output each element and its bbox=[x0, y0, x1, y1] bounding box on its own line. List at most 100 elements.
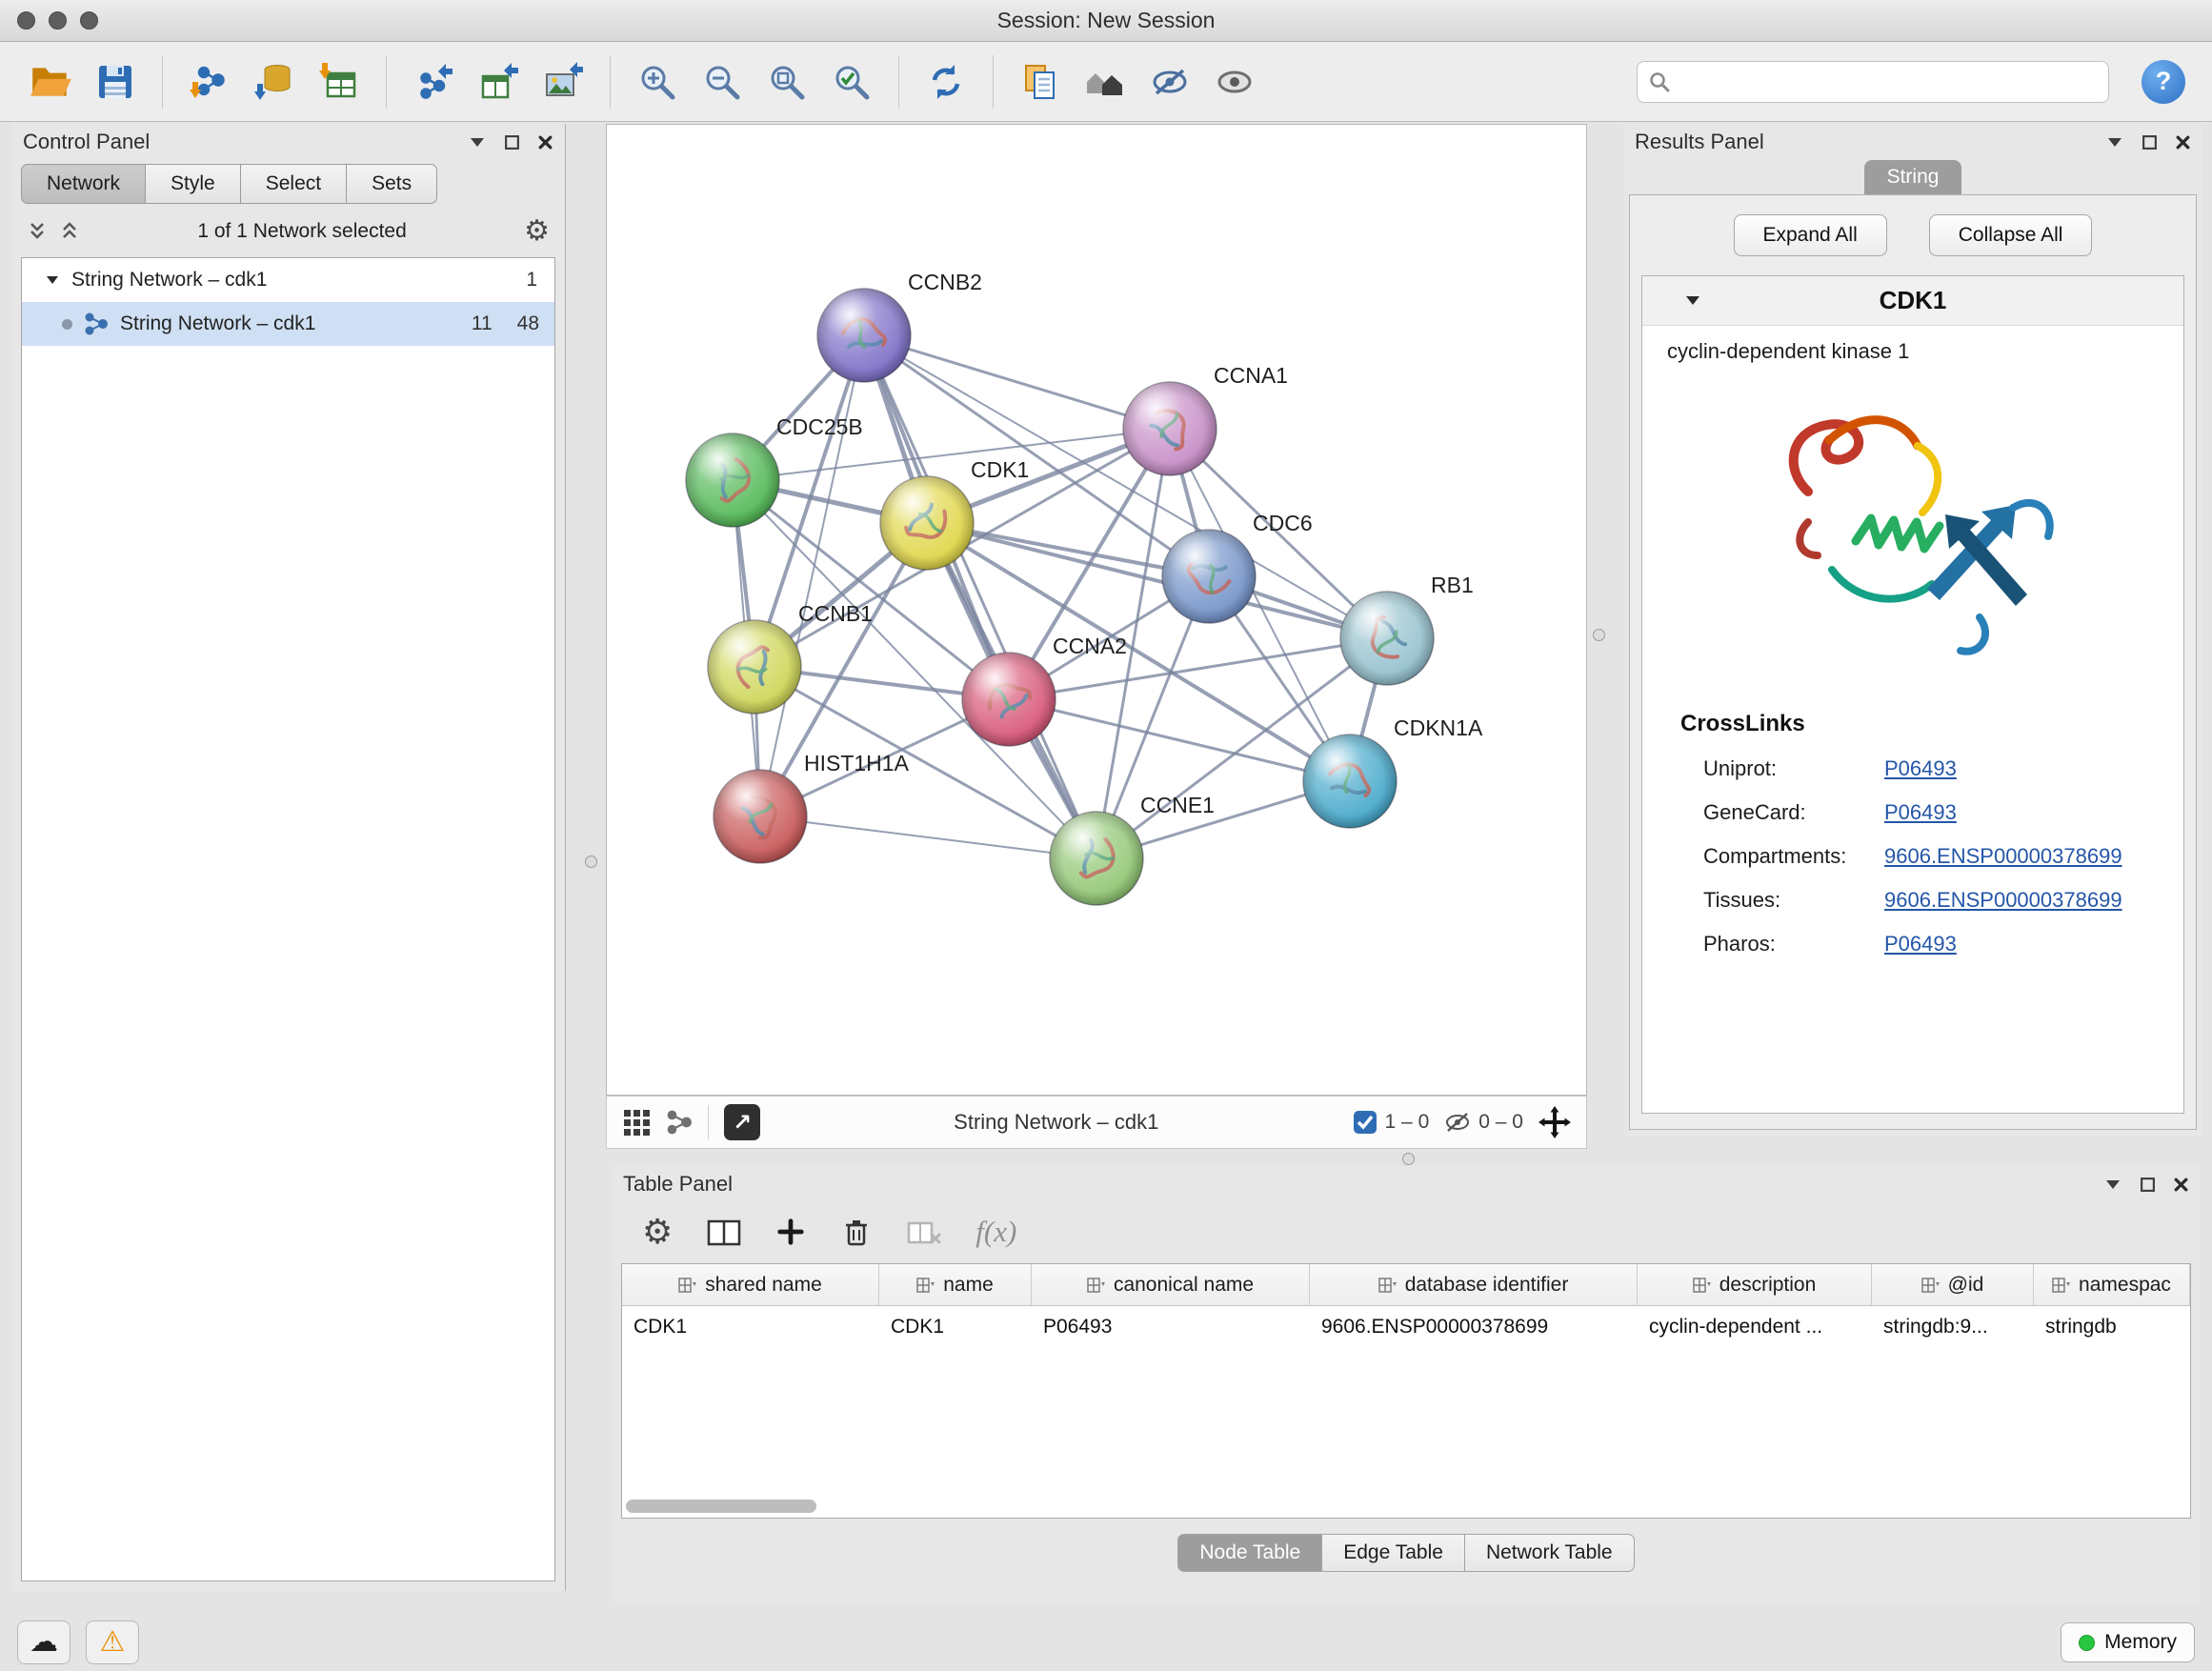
function-builder-icon[interactable]: f(x) bbox=[975, 1215, 1016, 1249]
gene-header-row[interactable]: CDK1 bbox=[1642, 276, 2183, 326]
tab-network[interactable]: Network bbox=[21, 164, 146, 204]
export-image-button[interactable] bbox=[533, 50, 593, 113]
refresh-button[interactable] bbox=[916, 50, 975, 113]
column-header-description[interactable]: description bbox=[1638, 1264, 1872, 1306]
import-network-from-file-button[interactable] bbox=[180, 50, 239, 113]
warnings-button[interactable]: ⚠ bbox=[86, 1621, 139, 1664]
cell-shared-name[interactable]: CDK1 bbox=[622, 1306, 879, 1348]
network-row-selected[interactable]: String Network – cdk1 11 48 bbox=[22, 302, 554, 346]
cell-namespace[interactable]: stringdb bbox=[2034, 1306, 2190, 1348]
tab-sets[interactable]: Sets bbox=[346, 164, 437, 204]
network-node-cdkn1a[interactable] bbox=[1303, 735, 1397, 828]
pan-crosshair-icon[interactable] bbox=[1538, 1106, 1571, 1138]
float-panel-icon[interactable] bbox=[2142, 134, 2158, 151]
open-session-button[interactable] bbox=[21, 50, 80, 113]
zoom-selected-button[interactable] bbox=[822, 50, 881, 113]
float-panel-icon[interactable] bbox=[2140, 1177, 2156, 1193]
crosslink-uniprot-link[interactable]: P06493 bbox=[1884, 756, 1957, 781]
column-header-id[interactable]: @id bbox=[1872, 1264, 2034, 1306]
network-options-gear-icon[interactable]: ⚙ bbox=[524, 217, 550, 246]
crosslink-genecard-link[interactable]: P06493 bbox=[1884, 800, 1957, 825]
birds-eye-view-icon[interactable] bbox=[666, 1109, 693, 1136]
crosslink-compartments-link[interactable]: 9606.ENSP00000378699 bbox=[1884, 844, 2122, 869]
tab-node-table[interactable]: Node Table bbox=[1177, 1534, 1322, 1572]
show-columns-icon[interactable] bbox=[707, 1216, 741, 1248]
column-header-namespace[interactable]: namespac bbox=[2034, 1264, 2190, 1306]
network-edge[interactable] bbox=[864, 335, 1170, 429]
horizontal-scrollbar[interactable] bbox=[626, 1500, 2186, 1515]
cell-description[interactable]: cyclin-dependent ... bbox=[1638, 1306, 1872, 1348]
collapse-all-icon[interactable] bbox=[27, 220, 48, 243]
column-header-name[interactable]: name bbox=[879, 1264, 1032, 1306]
memory-button[interactable]: Memory bbox=[2061, 1622, 2195, 1662]
expand-all-button[interactable]: Expand All bbox=[1734, 214, 1887, 256]
panel-menu-icon[interactable] bbox=[2103, 1178, 2122, 1191]
network-node-ccna1[interactable] bbox=[1123, 382, 1217, 475]
zoom-fit-button[interactable] bbox=[757, 50, 816, 113]
network-collection-row[interactable]: String Network – cdk1 1 bbox=[22, 258, 554, 302]
float-panel-icon[interactable] bbox=[504, 134, 520, 151]
hide-details-button[interactable] bbox=[1140, 50, 1199, 113]
string-results-tab[interactable]: String bbox=[1864, 160, 1962, 194]
tab-edge-table[interactable]: Edge Table bbox=[1321, 1534, 1465, 1572]
close-panel-icon[interactable] bbox=[2173, 1177, 2189, 1193]
horizontal-scrollbar-thumb[interactable] bbox=[626, 1500, 816, 1513]
network-node-cdc6[interactable] bbox=[1162, 530, 1256, 623]
add-column-icon[interactable] bbox=[775, 1217, 806, 1247]
collapse-section-icon[interactable] bbox=[1684, 294, 1701, 307]
tree-expand-icon[interactable] bbox=[45, 274, 60, 286]
detach-view-button[interactable]: ↗ bbox=[724, 1104, 760, 1140]
table-settings-gear-icon[interactable]: ⚙ bbox=[642, 1215, 673, 1249]
network-node-ccne1[interactable] bbox=[1050, 812, 1143, 905]
delete-column-icon[interactable] bbox=[840, 1216, 873, 1248]
collapse-all-button[interactable]: Collapse All bbox=[1929, 214, 2093, 256]
panel-menu-icon[interactable] bbox=[2105, 135, 2124, 149]
network-edge[interactable] bbox=[864, 335, 1096, 858]
show-details-button[interactable] bbox=[1205, 50, 1264, 113]
network-edge[interactable] bbox=[1009, 699, 1350, 781]
home-button[interactable] bbox=[1076, 50, 1135, 113]
save-session-button[interactable] bbox=[86, 50, 145, 113]
network-node-rb1[interactable] bbox=[1340, 592, 1434, 685]
tab-select[interactable]: Select bbox=[240, 164, 347, 204]
export-network-button[interactable] bbox=[404, 50, 463, 113]
left-splitter-handle[interactable] bbox=[585, 856, 597, 868]
network-node-ccna2[interactable] bbox=[962, 653, 1056, 746]
cell-canonical-name[interactable]: P06493 bbox=[1032, 1306, 1310, 1348]
crosslink-pharos-link[interactable]: P06493 bbox=[1884, 932, 1957, 956]
network-node-ccnb1[interactable] bbox=[708, 620, 801, 714]
panel-menu-icon[interactable] bbox=[468, 135, 487, 149]
close-panel-icon[interactable] bbox=[537, 134, 553, 151]
column-header-database-identifier[interactable]: database identifier bbox=[1310, 1264, 1638, 1306]
bottom-splitter-handle[interactable] bbox=[1402, 1153, 1415, 1165]
network-edge[interactable] bbox=[760, 816, 1096, 858]
copy-document-button[interactable] bbox=[1011, 50, 1070, 113]
export-table-button[interactable] bbox=[469, 50, 528, 113]
right-splitter-handle[interactable] bbox=[1593, 629, 1605, 641]
import-network-from-database-button[interactable] bbox=[245, 50, 304, 113]
network-graph[interactable]: CCNB2CCNA1CDC25BCDK1CDC6RB1CCNB1CCNA2CDK… bbox=[607, 125, 1586, 1095]
network-node-ccnb2[interactable] bbox=[817, 289, 911, 382]
network-edge[interactable] bbox=[760, 335, 864, 816]
network-canvas[interactable]: CCNB2CCNA1CDC25BCDK1CDC6RB1CCNB1CCNA2CDK… bbox=[606, 124, 1587, 1096]
cloud-status-button[interactable]: ☁ bbox=[17, 1621, 70, 1664]
tab-style[interactable]: Style bbox=[145, 164, 241, 204]
search-input[interactable] bbox=[1678, 70, 2097, 93]
close-panel-icon[interactable] bbox=[2175, 134, 2191, 151]
column-header-canonical-name[interactable]: canonical name bbox=[1032, 1264, 1310, 1306]
help-button[interactable]: ? bbox=[2142, 60, 2185, 104]
zoom-in-button[interactable] bbox=[628, 50, 687, 113]
table-row[interactable]: CDK1 CDK1 P06493 9606.ENSP00000378699 cy… bbox=[622, 1306, 2190, 1348]
network-node-cdk1[interactable] bbox=[880, 476, 974, 570]
column-header-shared-name[interactable]: shared name bbox=[622, 1264, 879, 1306]
expand-all-icon[interactable] bbox=[59, 220, 80, 243]
network-node-hist1h1a[interactable] bbox=[714, 770, 807, 863]
tab-network-table[interactable]: Network Table bbox=[1464, 1534, 1635, 1572]
cell-id[interactable]: stringdb:9... bbox=[1872, 1306, 2034, 1348]
grid-view-icon[interactable] bbox=[622, 1108, 651, 1137]
network-node-cdc25b[interactable] bbox=[686, 433, 779, 527]
import-table-button[interactable] bbox=[310, 50, 369, 113]
zoom-out-button[interactable] bbox=[693, 50, 752, 113]
cell-database-identifier[interactable]: 9606.ENSP00000378699 bbox=[1310, 1306, 1638, 1348]
crosslink-tissues-link[interactable]: 9606.ENSP00000378699 bbox=[1884, 888, 2122, 913]
